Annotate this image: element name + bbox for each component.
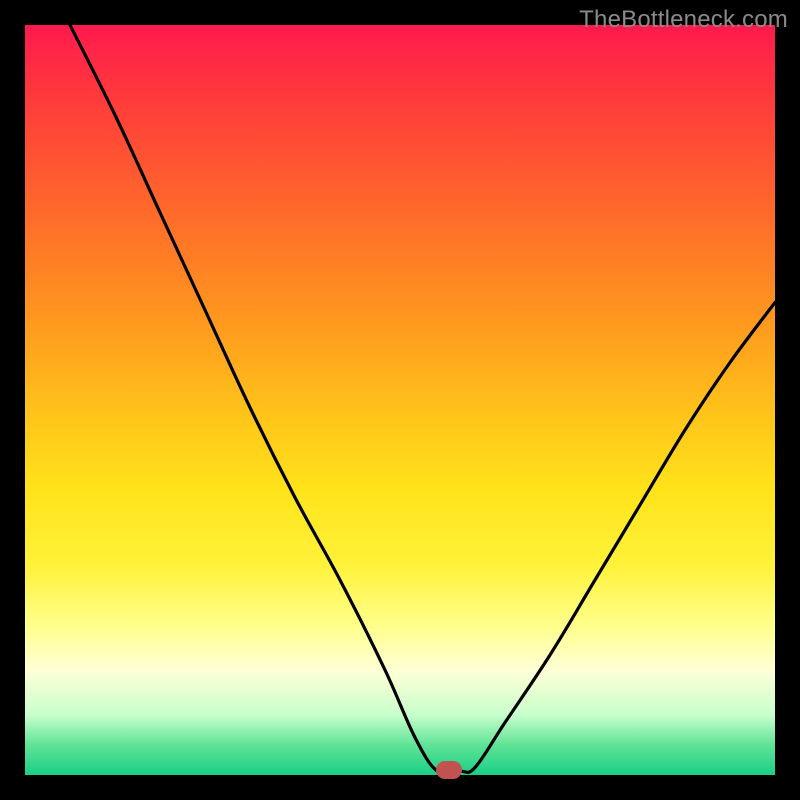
watermark-text: TheBottleneck.com bbox=[579, 6, 788, 34]
minimum-marker bbox=[436, 761, 462, 779]
bottleneck-curve bbox=[70, 25, 775, 774]
chart-frame: TheBottleneck.com bbox=[0, 0, 800, 800]
plot-area bbox=[25, 25, 775, 775]
curve-svg bbox=[25, 25, 775, 775]
